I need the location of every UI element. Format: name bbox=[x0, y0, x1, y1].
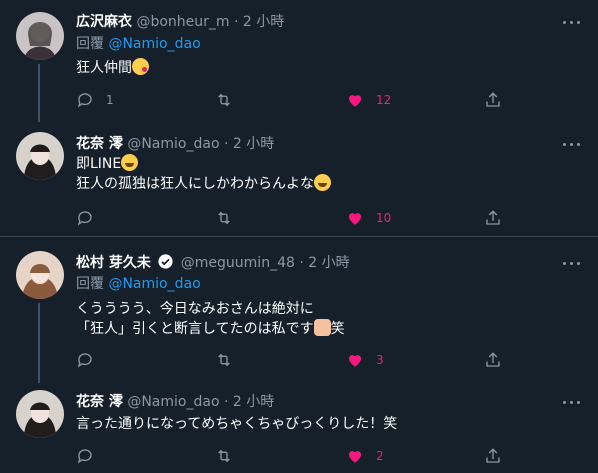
retweet-button[interactable] bbox=[214, 90, 234, 110]
like-button[interactable]: 3 bbox=[346, 350, 384, 370]
thread-line bbox=[38, 303, 40, 383]
thread-line bbox=[38, 64, 40, 122]
retweet-icon bbox=[218, 93, 230, 107]
tweet[interactable]: 花奈 澪 @Namio_dao · 2 小時 即LINE 狂人の孤独は狂人にしか… bbox=[0, 122, 598, 236]
tweet-text: 即LINE 狂人の孤独は狂人にしかわからんよな bbox=[76, 154, 331, 194]
tweet[interactable]: 広沢麻衣 @bonheur_m · 2 小時 回覆 @Namio_dao 狂人仲… bbox=[0, 0, 598, 122]
share-button[interactable] bbox=[484, 208, 502, 228]
reply-icon bbox=[77, 93, 92, 108]
display-name[interactable]: 花奈 澪 bbox=[76, 136, 123, 152]
user-handle[interactable]: @Namio_dao bbox=[127, 136, 219, 152]
reply-prefix: 回覆 bbox=[76, 36, 104, 52]
like-count: 12 bbox=[376, 93, 392, 107]
avatar[interactable] bbox=[16, 251, 64, 299]
replying-to: 回覆 @Namio_dao bbox=[76, 34, 201, 54]
tweet-text-line: 笑 bbox=[330, 321, 345, 337]
reply-to-handle[interactable]: @Namio_dao bbox=[108, 36, 200, 52]
verified-badge-icon bbox=[158, 254, 173, 269]
share-button[interactable] bbox=[484, 350, 502, 370]
more-icon[interactable] bbox=[563, 136, 581, 152]
reply-button[interactable] bbox=[76, 446, 106, 466]
reply-button[interactable] bbox=[76, 350, 106, 370]
like-button[interactable]: 12 bbox=[346, 90, 391, 110]
more-icon[interactable] bbox=[563, 394, 581, 410]
user-handle[interactable]: @Namio_dao bbox=[127, 394, 219, 410]
like-count: 3 bbox=[376, 353, 384, 367]
retweet-icon bbox=[218, 211, 230, 225]
share-icon bbox=[486, 92, 500, 107]
share-icon bbox=[486, 448, 500, 463]
reply-icon bbox=[77, 449, 92, 464]
display-name[interactable]: 花奈 澪 bbox=[76, 394, 123, 410]
reply-icon bbox=[77, 353, 92, 368]
tweet-actions: 10 bbox=[76, 208, 506, 228]
like-button[interactable]: 2 bbox=[346, 446, 384, 466]
reply-icon bbox=[77, 211, 92, 226]
timestamp[interactable]: · 2 小時 bbox=[234, 14, 284, 30]
timestamp[interactable]: · 2 小時 bbox=[299, 255, 349, 271]
like-button[interactable]: 10 bbox=[346, 208, 391, 228]
timestamp[interactable]: · 2 小時 bbox=[224, 136, 274, 152]
like-count: 10 bbox=[376, 211, 392, 225]
retweet-button[interactable] bbox=[214, 208, 234, 228]
heart-icon bbox=[349, 95, 361, 107]
tweet-header: 松村 芽久未 @meguumin_48 · 2 小時 bbox=[76, 253, 350, 273]
retweet-button[interactable] bbox=[214, 350, 234, 370]
display-name[interactable]: 松村 芽久未 bbox=[76, 255, 151, 271]
tweet-actions: 3 bbox=[76, 350, 506, 370]
display-name[interactable]: 広沢麻衣 bbox=[76, 14, 132, 30]
heart-icon bbox=[349, 213, 361, 225]
tweet-text-line: 狂人の孤独は狂人にしかわからんよな bbox=[76, 176, 314, 192]
tweet[interactable]: 花奈 澪 @Namio_dao · 2 小時 言った通りになってめちゃくちゃびっ… bbox=[0, 378, 598, 473]
like-count: 2 bbox=[376, 449, 384, 463]
user-handle[interactable]: @bonheur_m bbox=[136, 14, 229, 30]
timestamp[interactable]: · 2 小時 bbox=[224, 394, 274, 410]
person-raising-hand-icon bbox=[313, 319, 331, 336]
tweet-text-line: 狂人仲間 bbox=[76, 60, 132, 76]
user-handle[interactable]: @meguumin_48 bbox=[181, 255, 295, 271]
tweet-actions: 1 12 bbox=[76, 90, 506, 110]
reply-button[interactable] bbox=[76, 208, 106, 228]
avatar[interactable] bbox=[16, 132, 64, 180]
tweet-header: 広沢麻衣 @bonheur_m · 2 小時 bbox=[76, 12, 284, 32]
avatar[interactable] bbox=[16, 390, 64, 438]
retweet-icon bbox=[218, 353, 230, 367]
reply-button[interactable]: 1 bbox=[76, 90, 114, 110]
replying-to: 回覆 @Namio_dao bbox=[76, 274, 201, 294]
tweet-text: くうううう、今日なみおさんは絶対に 「狂人」引くと断言してたのは私です笑 bbox=[76, 299, 345, 339]
tears-of-joy-face-icon bbox=[121, 154, 139, 171]
retweet-button[interactable] bbox=[214, 446, 234, 466]
tweet-text-line: くうううう、今日なみおさんは絶対に bbox=[76, 301, 314, 317]
share-icon bbox=[486, 210, 500, 225]
avatar[interactable] bbox=[16, 12, 64, 60]
tweet-text-line: 「狂人」引くと断言してたのは私です bbox=[76, 321, 314, 337]
tweet[interactable]: 松村 芽久未 @meguumin_48 · 2 小時 回覆 @Namio_dao… bbox=[0, 237, 598, 383]
tears-of-joy-face-icon bbox=[314, 174, 331, 191]
more-icon[interactable] bbox=[563, 255, 581, 271]
tweet-actions: 2 bbox=[76, 446, 506, 466]
tweet-header: 花奈 澪 @Namio_dao · 2 小時 bbox=[76, 134, 274, 154]
more-icon[interactable] bbox=[563, 14, 581, 30]
tweet-text: 言った通りになってめちゃくちゃびっくりした！笑 bbox=[76, 414, 397, 434]
heart-icon bbox=[349, 451, 361, 463]
reply-to-handle[interactable]: @Namio_dao bbox=[108, 276, 200, 292]
reply-count: 1 bbox=[106, 93, 114, 107]
share-button[interactable] bbox=[484, 446, 502, 466]
tweet-text-line: 即LINE bbox=[76, 156, 122, 172]
tweet-text-line: 言った通りになってめちゃくちゃびっくりした！笑 bbox=[76, 416, 398, 432]
kissing-face-icon bbox=[132, 58, 149, 75]
tweet-text: 狂人仲間 bbox=[76, 58, 149, 78]
share-button[interactable] bbox=[484, 90, 502, 110]
reply-prefix: 回覆 bbox=[76, 276, 104, 292]
tweet-header: 花奈 澪 @Namio_dao · 2 小時 bbox=[76, 392, 274, 412]
heart-icon bbox=[349, 355, 361, 367]
share-icon bbox=[486, 352, 500, 367]
retweet-icon bbox=[218, 449, 230, 463]
